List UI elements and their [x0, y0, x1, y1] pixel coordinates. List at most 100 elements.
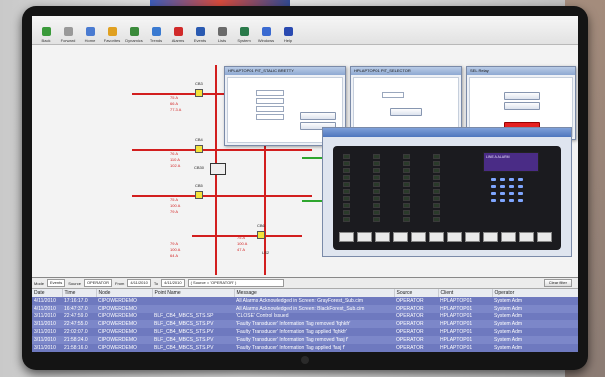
relay-pushbutton[interactable] — [393, 232, 408, 242]
column-header[interactable]: Node — [96, 289, 153, 297]
relay-keypad-key[interactable] — [500, 185, 505, 188]
relay-keypad-key[interactable] — [500, 199, 505, 202]
relay-pushbutton[interactable] — [411, 232, 426, 242]
relay-keypad-key[interactable] — [518, 192, 523, 195]
apply-button[interactable] — [390, 108, 422, 116]
toolbar-button-trends[interactable]: Trends — [146, 27, 166, 44]
toolbar-button-help[interactable]: Help — [278, 27, 298, 44]
table-cell: OPERATOR — [394, 320, 438, 329]
value-field[interactable] — [256, 90, 284, 96]
toolbar-button-favorites[interactable]: Favorites — [102, 27, 122, 44]
relay-keypad-key[interactable] — [500, 192, 505, 195]
relay-keypad-key[interactable] — [518, 199, 523, 202]
column-header[interactable]: Source — [394, 289, 439, 297]
relay-keypad-key[interactable] — [491, 178, 496, 181]
relay-pushbutton[interactable] — [429, 232, 444, 242]
toolbar-button-system[interactable]: System — [234, 27, 254, 44]
apply-button[interactable] — [300, 112, 336, 120]
column-header[interactable]: Point Name — [152, 289, 235, 297]
column-header[interactable]: Operator — [492, 289, 578, 297]
relay-pushbutton[interactable] — [483, 232, 498, 242]
toolbar-button-lists[interactable]: Lists — [212, 27, 232, 44]
to-label: To — [153, 280, 159, 286]
table-cell: 3/11/2010 — [32, 335, 62, 344]
relay-pushbutton[interactable] — [537, 232, 552, 242]
value-field[interactable] — [256, 114, 284, 120]
table-row[interactable]: 3/11/2010 21:58:16.0 CIPOWERDEMO BLF_CB4_MB… — [32, 343, 578, 352]
table-cell: OPERATOR — [394, 335, 438, 344]
clear-filter-button[interactable]: Clear filter — [543, 279, 572, 287]
event-table: Date Time Node Point Name Message Source Clien… — [32, 289, 578, 352]
relay-pushbutton[interactable] — [465, 232, 480, 242]
column-header[interactable]: Time — [62, 289, 97, 297]
relay-keypad-key[interactable] — [509, 192, 514, 195]
breaker-cb6[interactable] — [257, 231, 265, 239]
value-field[interactable] — [256, 98, 284, 104]
table-row[interactable]: 3/11/2010 22:02:07.0 CIPOWERDEMO BLF_CB4_MB… — [32, 328, 578, 336]
events-icon — [195, 27, 205, 36]
table-row[interactable]: 3/11/2010 21:58:24.0 CIPOWERDEMO BLF_CB4_MB… — [32, 335, 578, 344]
table-cell: 'CLOSE' Control Issued — [234, 312, 394, 321]
breaker-cb5[interactable] — [195, 191, 203, 199]
relay-keypad-key[interactable] — [518, 185, 523, 188]
toolbar-button-alarms[interactable]: Alarms — [168, 27, 188, 44]
relay-led-indicator — [433, 196, 440, 201]
table-row[interactable]: 3/11/2010 22:47:55.0 CIPOWERDEMO BLF_CB4_MB… — [32, 320, 578, 329]
table-cell: CIPOWERDEMO — [96, 304, 152, 313]
main-toolbar: Back Forward Home Favorites Dynamics Trends Al… — [32, 16, 578, 45]
toolbar-button-home[interactable]: Home — [80, 27, 100, 44]
relay-panel-tabs[interactable] — [323, 128, 571, 137]
toolbar-button-windows[interactable]: Windows — [256, 27, 276, 44]
column-header[interactable]: Date — [32, 289, 63, 297]
to-date-field[interactable]: 4/11/2010 — [161, 279, 185, 287]
relay-led-indicator — [373, 175, 380, 180]
relay-symbol[interactable] — [210, 163, 226, 175]
toolbar-button-forward[interactable]: Forward — [58, 27, 78, 44]
relay-keypad-key[interactable] — [491, 192, 496, 195]
column-header[interactable]: Message — [234, 289, 395, 297]
from-date-field[interactable]: 4/11/2010 — [127, 279, 151, 287]
relay-led-indicator — [343, 168, 350, 173]
column-header[interactable]: Client — [438, 289, 493, 297]
relay-keypad-key[interactable] — [500, 178, 505, 181]
table-cell — [152, 304, 234, 313]
toolbar-button-events[interactable]: Events — [190, 27, 210, 44]
feeder-line — [132, 149, 312, 151]
table-row[interactable]: 4/11/2010 16:47:37.0 CIPOWERDEMO All Alarms… — [32, 304, 578, 313]
relay-pushbutton[interactable] — [447, 232, 462, 242]
relay-keypad-key[interactable] — [491, 185, 496, 188]
toolbar-button-label: Home — [84, 38, 96, 43]
relay-pushbutton[interactable] — [501, 232, 516, 242]
value-field[interactable] — [256, 106, 284, 112]
relay-keypad-key[interactable] — [491, 199, 496, 202]
table-cell: 16:47:37.0 — [62, 304, 96, 313]
relay-led-indicator — [343, 210, 350, 215]
table-cell: 3/11/2010 — [32, 328, 62, 336]
relay-keypad-key[interactable] — [518, 178, 523, 181]
filter-expression-field[interactable]: ( Source = 'OPERATOR' ) — [187, 279, 284, 287]
breaker-cb3[interactable] — [195, 89, 203, 97]
relay-keypad-key[interactable] — [509, 185, 514, 188]
toolbar-button-back[interactable]: Back — [36, 27, 56, 44]
breaker-cb4[interactable] — [195, 145, 203, 153]
relay-pushbutton[interactable] — [375, 232, 390, 242]
source-select[interactable]: OPERATOR — [83, 279, 113, 287]
table-row[interactable]: 4/11/2010 17:16:17.0 CIPOWERDEMO All Alarms… — [32, 297, 578, 305]
relay-panel-window[interactable]: LINE A ALARM — [322, 127, 572, 257]
table-cell: System Adm — [492, 304, 578, 313]
table-row[interactable]: 3/11/2010 22:47:59.0 CIPOWERDEMO BLF_CB4_MB… — [32, 312, 578, 321]
relay-pushbutton[interactable] — [339, 232, 354, 242]
relay-led-indicator — [343, 182, 350, 187]
mode-select[interactable]: Events — [47, 279, 66, 287]
relay-pushbutton[interactable] — [519, 232, 534, 242]
close-button[interactable] — [504, 102, 540, 110]
table-cell: HPLAPTOP01 — [438, 297, 492, 305]
toolbar-button-label: Events — [193, 38, 207, 43]
open-button[interactable] — [504, 92, 540, 100]
relay-keypad-key[interactable] — [509, 178, 514, 181]
popup-title: HPLAPTOP01 PIT_STALIC BRETTY — [225, 67, 345, 75]
relay-keypad-key[interactable] — [509, 199, 514, 202]
relay-pushbutton[interactable] — [357, 232, 372, 242]
toolbar-button-dynamics[interactable]: Dynamics — [124, 27, 144, 44]
value-field[interactable] — [382, 92, 404, 98]
